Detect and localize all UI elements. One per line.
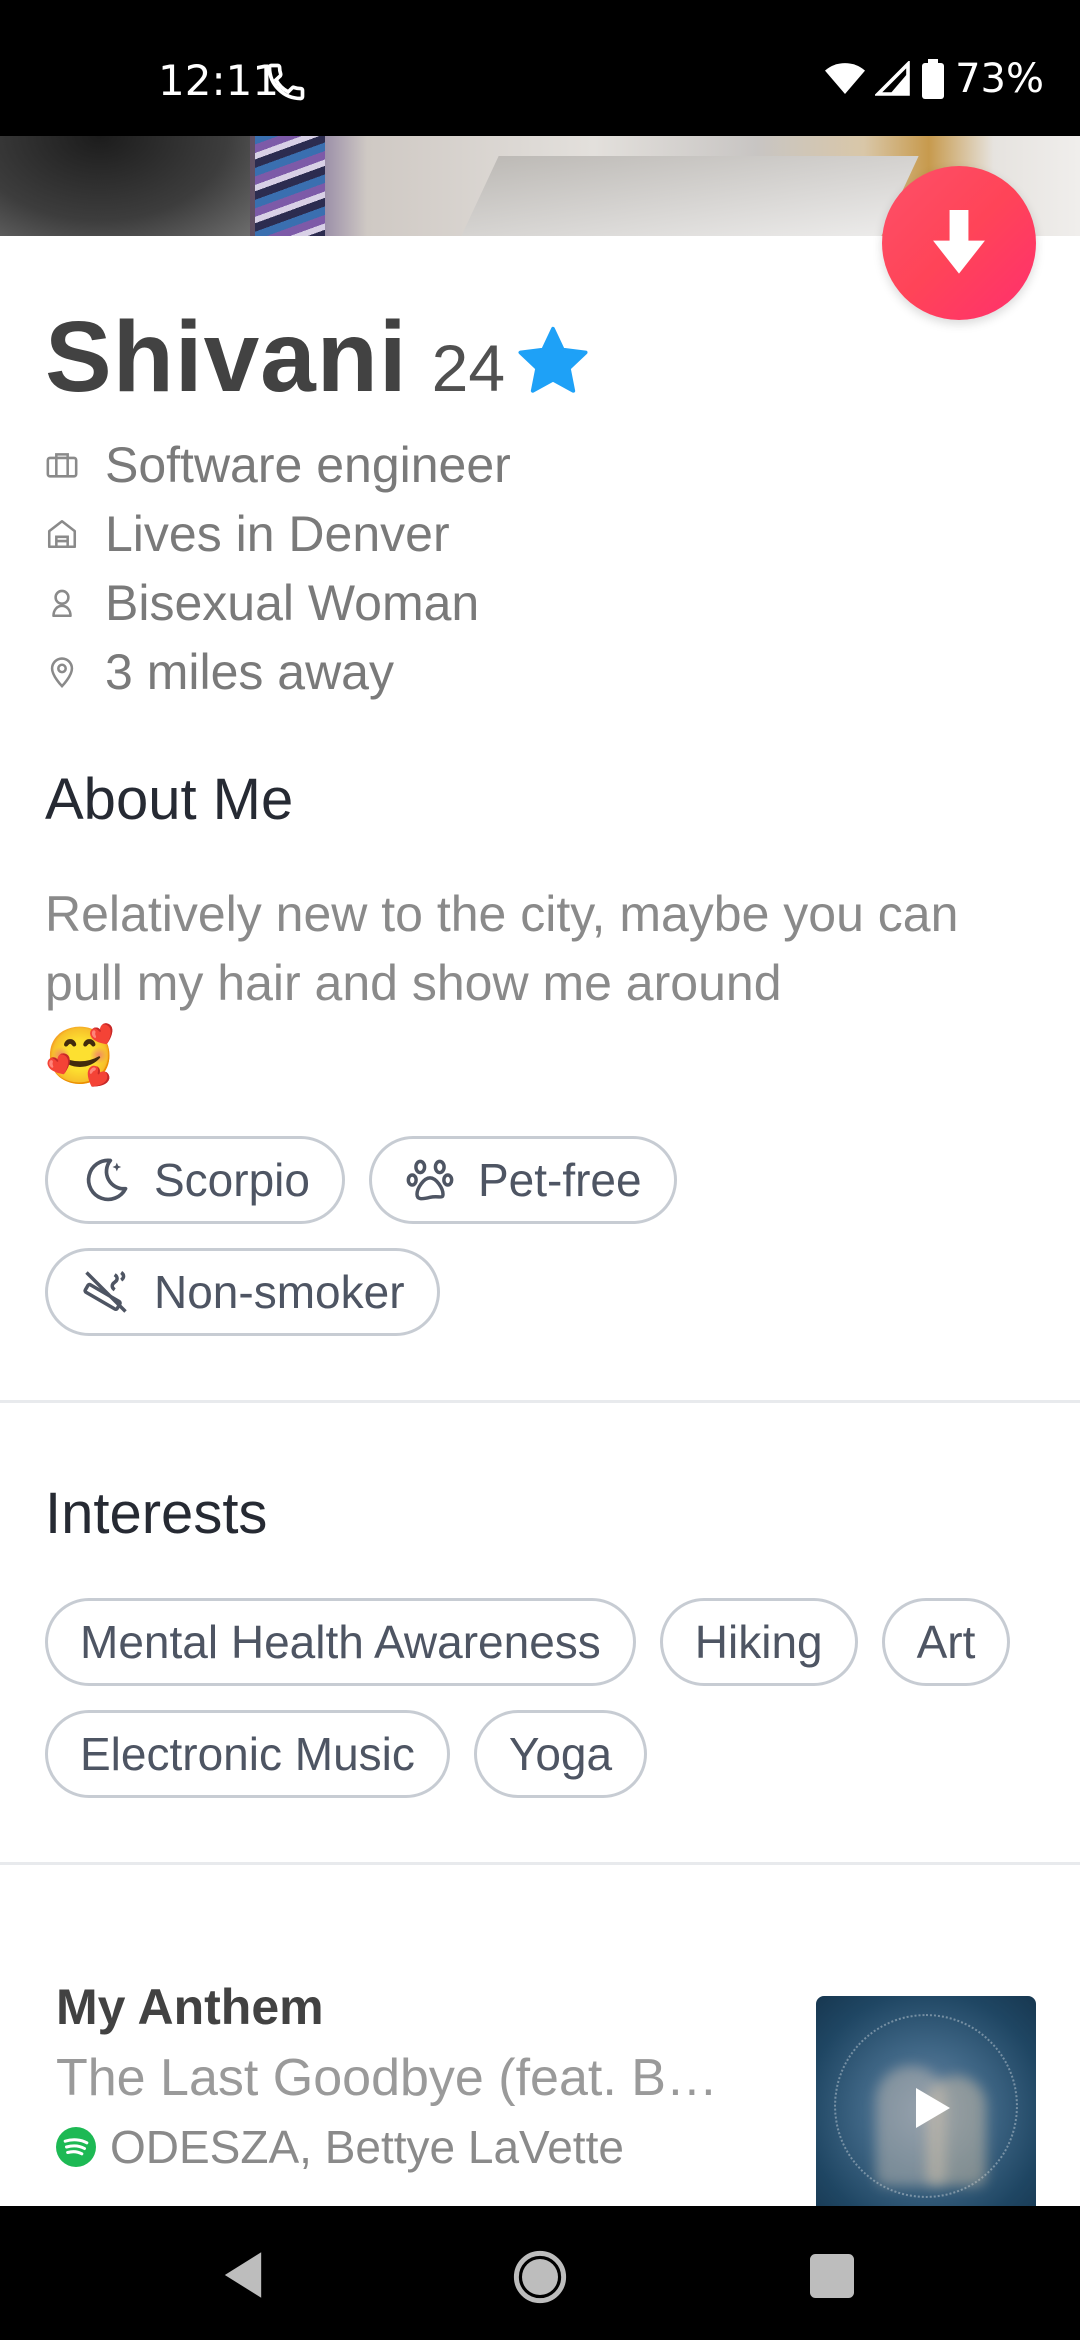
battery-icon (922, 59, 945, 99)
section-divider (0, 1400, 1080, 1403)
profile-age: 24 (431, 331, 506, 405)
person-icon (52, 589, 72, 617)
home-button-icon[interactable] (513, 2250, 567, 2304)
back-icon[interactable] (220, 2250, 266, 2300)
interests-heading: Interests (45, 1481, 268, 1546)
navigation-bar (0, 2206, 1080, 2340)
cell-signal-icon (875, 61, 910, 96)
chip-zodiac[interactable]: Scorpio (45, 1136, 345, 1224)
section-divider (0, 1862, 1080, 1865)
moon-icon (86, 1158, 128, 1202)
recent-apps-icon[interactable] (810, 2254, 854, 2298)
about-heading: About Me (45, 767, 294, 832)
info-distance: 3 miles away (45, 637, 511, 706)
briefcase-icon (46, 452, 78, 478)
verified-badge-icon[interactable] (515, 324, 591, 400)
about-chips: Scorpio Pet-free Non-smoker (45, 1136, 1045, 1336)
home-icon (47, 519, 77, 548)
info-job: Software engineer (45, 430, 511, 499)
profile-info-list: Software engineer Lives in Denver Bisexu… (45, 430, 511, 706)
smiling-hearts-emoji-icon: 🥰 (45, 1024, 115, 1088)
album-art-play-button[interactable] (816, 1996, 1036, 2206)
profile-name: Shivani (45, 301, 408, 413)
interest-chip[interactable]: Hiking (659, 1598, 858, 1686)
anthem-artist-row: ODESZA, Bettye LaVette (56, 2120, 624, 2174)
interest-chip[interactable]: Electronic Music (45, 1710, 450, 1798)
chip-pets-label: Pet-free (477, 1154, 642, 1206)
chip-zodiac-label: Scorpio (154, 1154, 310, 1206)
info-job-text: Software engineer (105, 436, 511, 493)
battery-percentage: 73% (955, 56, 1044, 102)
about-text: Relatively new to the city, maybe you ca… (45, 880, 1045, 1090)
anthem-heading: My Anthem (56, 1979, 324, 2035)
info-orientation-text: Bisexual Woman (105, 574, 480, 631)
status-icons: 73% (825, 56, 1044, 102)
chip-smoking-label: Non-smoker (154, 1266, 405, 1318)
interest-chip[interactable]: Art (881, 1598, 1011, 1686)
info-location-city: Lives in Denver (45, 499, 511, 568)
play-icon (916, 2088, 950, 2128)
interests-chips: Mental Health Awareness Hiking Art Elect… (45, 1598, 1045, 1798)
call-icon (267, 63, 305, 101)
anthem-song-title: The Last Goodbye (feat. B… (56, 2049, 718, 2107)
arrow-down-icon (933, 210, 985, 274)
status-bar: 12:11 73% (0, 0, 1080, 136)
interest-chip[interactable]: Yoga (473, 1710, 648, 1798)
chip-pets[interactable]: Pet-free (368, 1136, 677, 1224)
profile-header: Shivani 24 (45, 300, 591, 415)
location-pin-icon (50, 656, 74, 688)
chip-smoking[interactable]: Non-smoker (45, 1248, 440, 1336)
status-time: 12:11 (158, 56, 280, 105)
paw-icon (406, 1159, 454, 1201)
no-smoking-icon (83, 1271, 127, 1313)
info-city-text: Lives in Denver (105, 505, 450, 562)
interest-chip[interactable]: Mental Health Awareness (45, 1598, 636, 1686)
anthem-artist: ODESZA, Bettye LaVette (110, 2121, 624, 2173)
collapse-profile-button[interactable] (882, 166, 1036, 320)
info-distance-text: 3 miles away (105, 643, 394, 700)
info-orientation: Bisexual Woman (45, 568, 511, 637)
spotify-icon (56, 2127, 96, 2167)
about-bio: Relatively new to the city, maybe you ca… (45, 886, 959, 1011)
wifi-icon (825, 63, 866, 94)
